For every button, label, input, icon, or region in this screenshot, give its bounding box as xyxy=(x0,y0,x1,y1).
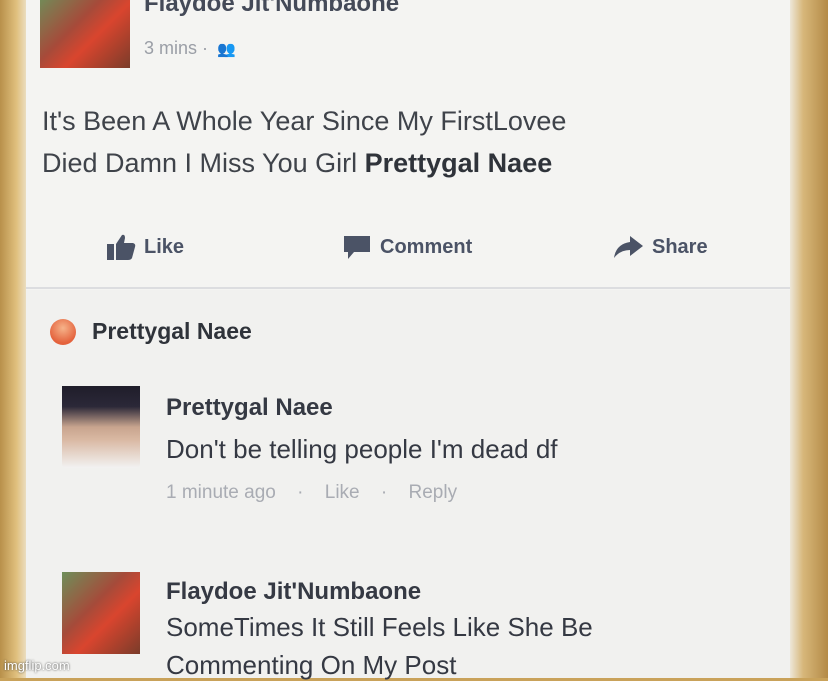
comment-button[interactable]: Comment xyxy=(342,222,472,272)
post-text: It's Been A Whole Year Since My FirstLov… xyxy=(42,100,762,184)
reactor-name[interactable]: Prettygal Naee xyxy=(92,318,252,345)
comment-meta: 1 minute ago · Like · Reply xyxy=(166,482,457,504)
friends-icon[interactable]: 👥 xyxy=(217,41,236,58)
meta-dot: · xyxy=(297,482,304,503)
post-mention[interactable]: Prettygal Naee xyxy=(365,148,553,178)
post-text-line2: Died Damn I Miss You Girl xyxy=(42,148,358,178)
comment-avatar[interactable] xyxy=(62,572,140,654)
meta-dot: · xyxy=(202,38,209,58)
comment-icon xyxy=(344,236,370,259)
comment-reply-link[interactable]: Reply xyxy=(409,482,458,503)
screen: Flaydoe Jit'Numbaone 3 mins · 👥 It's Bee… xyxy=(26,0,790,680)
comment-like-link[interactable]: Like xyxy=(325,482,360,503)
meta-dot: · xyxy=(380,482,388,503)
comment-time: 1 minute ago xyxy=(166,482,276,503)
comment-text: Don't be telling people I'm dead df xyxy=(166,434,558,464)
post-text-line1: It's Been A Whole Year Since My FirstLov… xyxy=(42,106,567,136)
post-author[interactable]: Flaydoe Jit'Numbaone xyxy=(144,0,399,18)
comment-author[interactable]: Prettygal Naee xyxy=(166,394,333,422)
post-time[interactable]: 3 mins xyxy=(144,38,197,58)
comment-text-line2: Commenting On My Post xyxy=(166,650,457,680)
post-actions: Like Comment Share xyxy=(26,222,790,272)
divider xyxy=(26,287,790,289)
angry-reaction-icon xyxy=(50,318,76,345)
post-meta: 3 mins · 👥 xyxy=(144,38,236,59)
author-avatar[interactable] xyxy=(40,0,130,68)
share-label: Share xyxy=(652,235,708,258)
reaction-row[interactable]: Prettygal Naee xyxy=(50,318,252,345)
share-arrow-icon xyxy=(614,236,643,258)
comment-avatar[interactable] xyxy=(62,386,140,468)
watermark: imgflip.com xyxy=(4,658,70,673)
thumbs-up-icon xyxy=(107,234,136,260)
comment-text-line1: SomeTimes It Still Feels Like She Be xyxy=(166,612,593,642)
comment-label: Comment xyxy=(380,235,473,258)
comment-author[interactable]: Flaydoe Jit'Numbaone xyxy=(166,578,421,606)
like-button[interactable]: Like xyxy=(106,222,184,272)
like-label: Like xyxy=(144,235,185,258)
share-button[interactable]: Share xyxy=(612,222,708,272)
post: Flaydoe Jit'Numbaone 3 mins · 👥 It's Bee… xyxy=(26,0,790,290)
